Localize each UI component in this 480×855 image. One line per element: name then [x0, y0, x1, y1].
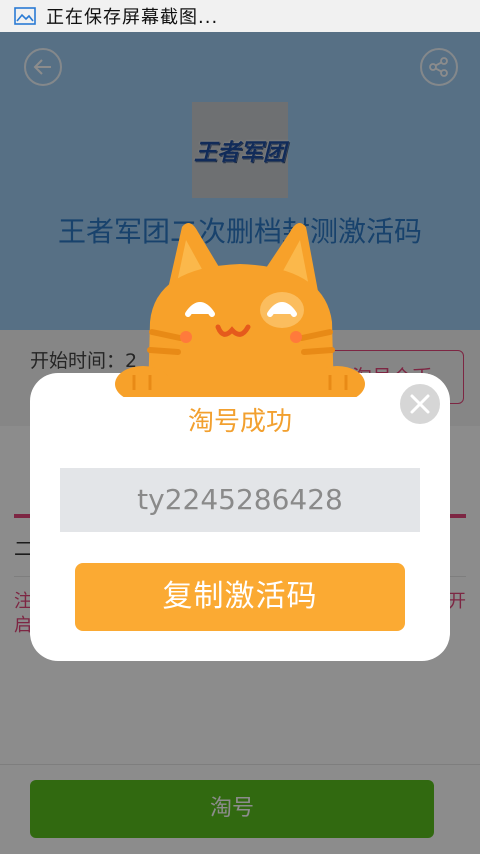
- status-bar: 正在保存屏幕截图...: [0, 0, 480, 32]
- close-icon: [410, 394, 430, 414]
- close-button[interactable]: [398, 382, 442, 426]
- activation-code-field[interactable]: ty2245286428: [60, 468, 420, 532]
- status-text: 正在保存屏幕截图...: [46, 7, 219, 28]
- cat-mascot-icon: [115, 223, 365, 397]
- modal-title: 淘号成功: [187, 407, 292, 437]
- copy-code-button[interactable]: 复制激活码: [75, 563, 405, 631]
- gallery-icon: [14, 7, 36, 25]
- success-modal: 淘号成功 ty2245286428 复制激活码: [30, 373, 450, 661]
